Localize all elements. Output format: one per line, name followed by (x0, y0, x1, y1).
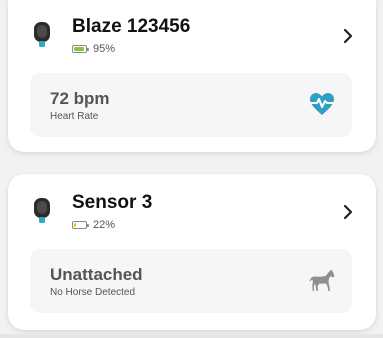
battery-percent: 22% (93, 219, 116, 231)
battery-status: 22% (72, 218, 115, 232)
chevron-right-icon[interactable] (342, 204, 354, 220)
heart-rate-label: Heart Rate (50, 111, 99, 122)
next-card-edge (0, 334, 383, 338)
horse-icon (309, 270, 335, 291)
heart-rate-value: 72 bpm (50, 89, 110, 108)
battery-fill (74, 47, 85, 51)
sensor-device-icon (34, 22, 50, 47)
battery-percent: 95% (93, 43, 116, 55)
battery-fill (74, 223, 77, 227)
heart-pulse-icon (310, 93, 334, 115)
device-card-header[interactable]: Blaze 123456 95% (8, 10, 376, 66)
attachment-status-value: Unattached (50, 265, 143, 284)
attachment-status-panel: Unattached No Horse Detected (30, 249, 352, 313)
chevron-right-icon[interactable] (342, 28, 354, 44)
battery-icon (72, 45, 89, 53)
battery-status: 95% (72, 42, 115, 56)
heart-rate-panel: 72 bpm Heart Rate (30, 73, 352, 137)
device-name: Sensor 3 (72, 192, 153, 213)
device-name: Blaze 123456 (72, 16, 191, 37)
attachment-status-label: No Horse Detected (50, 287, 136, 298)
device-card-sensor-3[interactable]: Sensor 3 22% Unattached No Horse Detecte… (8, 174, 376, 330)
sensor-device-icon (34, 198, 50, 223)
device-card-header[interactable]: Sensor 3 22% (8, 186, 376, 242)
device-card-blaze[interactable]: Blaze 123456 95% 72 bpm Heart Rate (8, 0, 376, 152)
battery-icon (72, 221, 89, 229)
